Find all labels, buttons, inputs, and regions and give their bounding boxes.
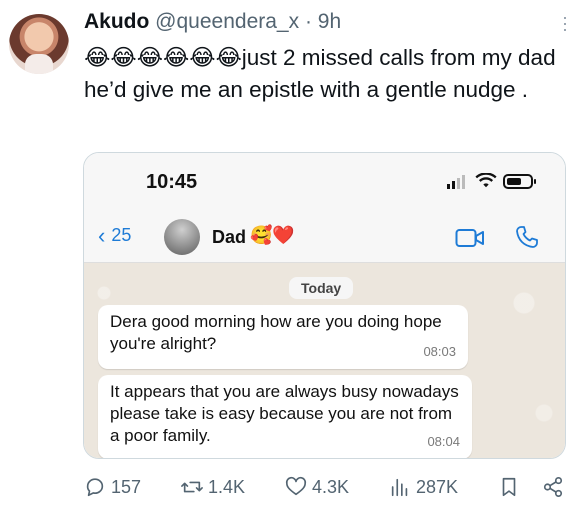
tweet-text: 😂😂😂😂😂😂just 2 missed calls from my dad he… [84, 45, 556, 102]
contact-name[interactable]: Dad [212, 227, 246, 248]
contact-avatar[interactable] [164, 219, 200, 255]
share-icon[interactable] [542, 476, 564, 498]
reply-icon [86, 478, 104, 497]
message-bubble[interactable]: Dera good morning how are you doing hope… [98, 305, 468, 369]
wifi-icon [475, 173, 497, 188]
bookmark-icon[interactable] [498, 476, 520, 498]
battery-icon [503, 173, 536, 189]
repost-button[interactable]: 1.4K [181, 476, 245, 498]
tweet-time[interactable]: 9h [318, 10, 341, 33]
date-divider: Today [289, 277, 354, 299]
message-text: Dera good morning how are you doing hope… [110, 312, 442, 353]
author-name[interactable]: Akudo [84, 10, 149, 33]
analytics-icon [391, 478, 408, 497]
author-handle[interactable]: @queendera_x [155, 10, 299, 33]
phone-status-bar: 10:45 [84, 153, 565, 211]
reply-button[interactable]: 157 [84, 476, 141, 498]
heart-icon [285, 476, 307, 496]
tweet-media-screenshot[interactable]: 10:45 ‹ 25 Dad 🥰❤️ Today Dera good morni… [83, 152, 566, 459]
message-time: 08:04 [427, 434, 460, 449]
message-bubble[interactable]: It appears that you are always busy nowa… [98, 375, 472, 458]
reply-count: 157 [111, 476, 142, 497]
repost-icon [181, 481, 203, 493]
like-button[interactable]: 4.3K [285, 476, 349, 498]
chevron-left-icon: ‹ [98, 222, 106, 248]
back-button[interactable]: ‹ 25 [98, 222, 132, 248]
more-vertical-icon[interactable]: · · · [562, 8, 568, 38]
author-avatar[interactable] [9, 14, 69, 74]
views-button[interactable]: 287K [389, 476, 458, 498]
video-call-icon[interactable] [455, 227, 485, 249]
phone-call-icon[interactable] [515, 225, 539, 249]
separator-dot: · [304, 10, 312, 33]
chat-area: Today Dera good morning how are you doin… [84, 263, 565, 458]
tweet-header: Akudo @queendera_x · 9h [84, 10, 341, 34]
signal-icon [447, 173, 469, 189]
contact-emoji: 🥰❤️ [250, 225, 295, 245]
like-count: 4.3K [311, 476, 350, 497]
unread-count: 25 [111, 225, 132, 245]
chat-nav-bar: ‹ 25 Dad 🥰❤️ [84, 211, 565, 263]
view-count: 287K [415, 476, 459, 497]
tweet-actions: 157 1.4K 4.3K 287K [84, 474, 564, 500]
message-text: It appears that you are always busy nowa… [110, 382, 459, 445]
message-time: 08:03 [423, 344, 456, 359]
repost-count: 1.4K [208, 476, 246, 497]
status-time: 10:45 [146, 171, 198, 193]
